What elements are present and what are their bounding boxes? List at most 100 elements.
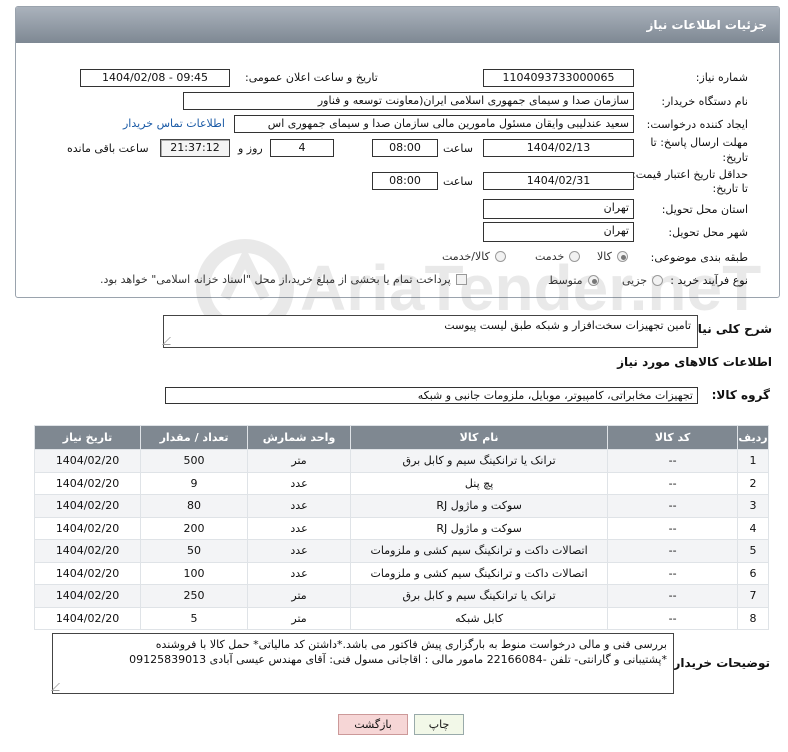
radio-dot[interactable] [569,251,581,262]
cell-need-date: 1404/02/20 [33,539,142,563]
cell-quantity: 100 [140,561,249,585]
cell-goods-name: سوکت و ماژول RJ [349,516,609,540]
cell-need-date: 1404/02/20 [33,494,142,518]
category-radio-goods-service[interactable]: کالا/خدمت [442,250,506,263]
print-button[interactable]: چاپ [414,714,464,735]
cell-goods-code: -- [607,584,738,608]
category-option-service: خدمت [535,250,565,263]
radio-dot[interactable] [652,275,664,286]
cell-quantity: 200 [140,516,249,540]
buyer-contact-link[interactable]: اطلاعات تماس خریدار [123,117,225,130]
cell-need-date: 1404/02/20 [33,561,142,585]
deadline-label-1: مهلت ارسال پاسخ: تا [650,136,748,149]
process-radio-medium[interactable]: متوسط [548,274,599,287]
cell-need-date: 1404/02/20 [33,471,142,495]
table-row[interactable]: 2 -- پچ پنل عدد 9 1404/02/20 [33,471,770,495]
cell-quantity: 50 [140,539,249,563]
table-header-row: ردیف کد کالا نام کالا واحد شمارش تعداد /… [33,425,770,450]
buyer-org-field[interactable]: سازمان صدا و سیمای جمهوری اسلامی ایران(م… [183,92,634,110]
deadline-time-label: ساعت [443,142,473,155]
resize-handle-icon[interactable] [51,683,67,691]
validity-time-label: ساعت [443,175,473,188]
cell-goods-code: -- [607,539,738,563]
goods-group-label: گروه کالا: [711,388,770,402]
need-number-field[interactable]: 1104093733000065 [483,69,634,87]
cell-goods-name: اتصالات داکت و ترانکینگ سیم کشی و ملزوما… [349,539,609,563]
cell-row-number: 8 [736,606,770,630]
buyer-notes-label: توضیحات خریدار: [668,656,770,670]
table-row[interactable]: 3 -- سوکت و ماژول RJ عدد 80 1404/02/20 [33,494,770,518]
buyer-notes-textarea[interactable]: بررسی فنی و مالی درخواست منوط به بارگزار… [51,633,674,694]
deadline-time-field[interactable]: 08:00 [372,139,438,157]
cell-goods-name: ترانک یا ترانکینگ سیم و کابل برق [349,584,609,608]
cell-unit: عدد [247,494,351,518]
process-option-minor: جزیی [622,274,648,287]
category-radio-goods[interactable]: کالا [597,250,628,263]
cell-row-number: 7 [736,584,770,608]
city-label: شهر محل تحویل: [668,226,748,239]
resize-handle-icon[interactable] [162,337,178,345]
cell-goods-code: -- [607,606,738,630]
category-label: طبقه بندی موضوعی: [650,251,748,264]
cell-quantity: 5 [140,606,249,630]
description-label: شرح کلی نیاز: [686,322,772,336]
table-row[interactable]: 8 -- کابل شبکه متر 5 1404/02/20 [33,606,770,630]
cell-quantity: 9 [140,471,249,495]
category-radio-service[interactable]: خدمت [535,250,581,263]
col-goods-code: کد کالا [607,425,738,450]
table-row[interactable]: 5 -- اتصالات داکت و ترانکینگ سیم کشی و م… [33,539,770,563]
radio-dot[interactable] [494,251,506,262]
table-row[interactable]: 7 -- ترانک یا ترانکینگ سیم و کابل برق مت… [33,584,770,608]
cell-quantity: 250 [140,584,249,608]
cell-row-number: 5 [736,539,770,563]
buyer-org-label: نام دستگاه خریدار: [661,95,748,108]
description-textarea[interactable]: تامین تجهیزات سخت‌افزار و شبکه طبق لیست … [162,315,698,348]
radio-dot[interactable] [587,275,599,286]
col-row-number: ردیف [736,425,770,450]
announce-datetime-field[interactable]: 1404/02/08 - 09:45 [80,69,230,87]
province-field[interactable]: تهران [483,199,634,219]
creator-label: ایجاد کننده درخواست: [646,118,748,131]
back-button[interactable]: بازگشت [338,714,408,735]
cell-unit: متر [247,449,351,473]
remaining-time-label: ساعت باقی مانده [67,142,149,155]
cell-goods-name: پچ پنل [349,471,609,495]
cell-unit: متر [247,606,351,630]
checkbox-icon[interactable] [455,274,467,285]
col-quantity: تعداد / مقدار [140,425,249,450]
cell-need-date: 1404/02/20 [33,449,142,473]
table-row[interactable]: 4 -- سوکت و ماژول RJ عدد 200 1404/02/20 [33,516,770,540]
col-goods-name: نام کالا [349,425,609,450]
deadline-date-field[interactable]: 1404/02/13 [483,139,634,157]
announce-label: تاریخ و ساعت اعلان عمومی: [245,71,378,84]
panel-header-title: جزئیات اطلاعات نیاز [16,7,779,43]
cell-need-date: 1404/02/20 [33,516,142,540]
treasury-payment-checkbox[interactable]: پرداخت تمام یا بخشی از مبلغ خرید،از محل … [100,273,467,286]
category-option-goods-service: کالا/خدمت [442,250,490,263]
radio-dot[interactable] [616,251,628,262]
cell-goods-code: -- [607,449,738,473]
cell-goods-name: اتصالات داکت و ترانکینگ سیم کشی و ملزوما… [349,561,609,585]
cell-quantity: 80 [140,494,249,518]
cell-unit: عدد [247,539,351,563]
col-need-date: تاریخ نیاز [33,425,142,450]
process-label: نوع فرآیند خرید : [670,274,748,287]
table-row[interactable]: 1 -- ترانک یا ترانکینگ سیم و کابل برق مت… [33,449,770,473]
validity-label-1: حداقل تاریخ اعتبار قیمت: [632,168,748,181]
cell-need-date: 1404/02/20 [33,606,142,630]
process-radio-minor[interactable]: جزیی [622,274,664,287]
goods-group-field[interactable]: تجهیزات مخابراتی، کامپیوتر، موبایل، ملزو… [165,387,698,404]
remaining-time-field: 21:37:12 [160,139,230,157]
validity-date-field[interactable]: 1404/02/31 [483,172,634,190]
need-number-label: شماره نیاز: [695,71,748,84]
cell-row-number: 6 [736,561,770,585]
payment-note: پرداخت تمام یا بخشی از مبلغ خرید،از محل … [100,273,451,286]
cell-need-date: 1404/02/20 [33,584,142,608]
buyer-notes-line-2: *پشتیبانی و گارانتی- تلفن -22166084 مامو… [129,653,667,666]
col-unit: واحد شمارش [247,425,351,450]
city-field[interactable]: تهران [483,222,634,242]
table-row[interactable]: 6 -- اتصالات داکت و ترانکینگ سیم کشی و م… [33,561,770,585]
creator-field[interactable]: سعید عندلیبی وایقان مسئول مامورین مالی س… [234,115,634,133]
validity-time-field[interactable]: 08:00 [372,172,438,190]
days-remaining-field[interactable]: 4 [270,139,334,157]
